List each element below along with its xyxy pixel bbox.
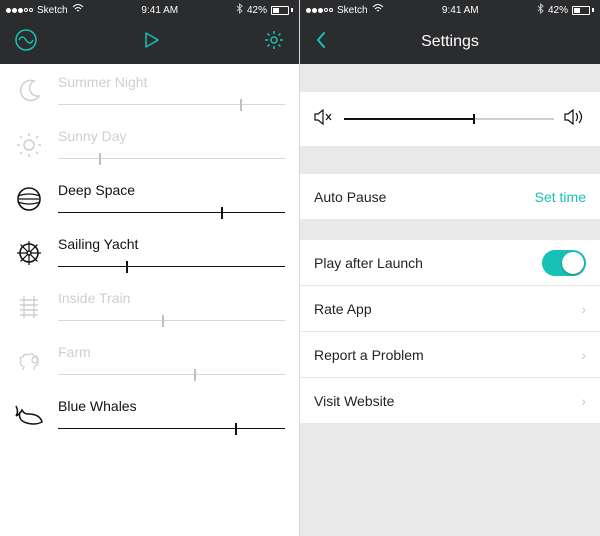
battery-percent: 42% xyxy=(247,5,267,16)
whale-icon xyxy=(14,400,44,430)
play-icon[interactable] xyxy=(140,29,162,56)
gear-icon[interactable] xyxy=(263,29,285,56)
clock: 9:41 AM xyxy=(442,5,479,16)
volume-slider[interactable] xyxy=(344,118,554,120)
signal-dots-icon xyxy=(306,8,333,13)
sounds-header xyxy=(0,20,299,64)
status-bar: Sketch 9:41 AM 42% xyxy=(0,0,299,20)
auto-pause-label: Auto Pause xyxy=(314,189,386,205)
sound-slider[interactable] xyxy=(58,314,285,328)
sheep-icon xyxy=(14,346,44,376)
sound-label: Farm xyxy=(58,344,285,360)
row-auto-pause[interactable]: Auto Pause Set time xyxy=(300,174,600,220)
sound-row-deep-space[interactable]: Deep Space xyxy=(0,172,299,226)
rail-icon xyxy=(14,292,44,322)
battery-icon xyxy=(572,6,594,15)
sound-slider[interactable] xyxy=(58,152,285,166)
sound-row-blue-whales[interactable]: Blue Whales xyxy=(0,388,299,442)
settings-screen: Sketch 9:41 AM 42% Settings xyxy=(300,0,600,536)
sound-label: Deep Space xyxy=(58,182,285,198)
carrier-label: Sketch xyxy=(37,5,68,16)
chevron-right-icon: › xyxy=(581,347,586,363)
play-after-launch-toggle[interactable] xyxy=(542,250,586,276)
volume-row xyxy=(300,92,600,146)
wifi-icon xyxy=(72,4,84,16)
wheel-icon xyxy=(14,238,44,268)
volume-loud-icon[interactable] xyxy=(564,109,586,130)
sound-slider[interactable] xyxy=(58,260,285,274)
chevron-right-icon: › xyxy=(581,301,586,317)
carrier-label: Sketch xyxy=(337,5,368,16)
sound-row-sunny-day[interactable]: Sunny Day xyxy=(0,118,299,172)
signal-dots-icon xyxy=(6,8,33,13)
rate-app-label: Rate App xyxy=(314,301,372,317)
clock: 9:41 AM xyxy=(141,5,178,16)
sound-label: Blue Whales xyxy=(58,398,285,414)
sound-label: Inside Train xyxy=(58,290,285,306)
sound-slider[interactable] xyxy=(58,206,285,220)
play-after-launch-label: Play after Launch xyxy=(314,255,423,271)
sound-label: Summer Night xyxy=(58,74,285,90)
sound-label: Sunny Day xyxy=(58,128,285,144)
bluetooth-icon xyxy=(537,3,544,17)
sound-row-sailing-yacht[interactable]: Sailing Yacht xyxy=(0,226,299,280)
row-play-after-launch[interactable]: Play after Launch xyxy=(300,240,600,286)
waveform-icon[interactable] xyxy=(14,28,38,57)
sounds-screen: Sketch 9:41 AM 42% xyxy=(0,0,300,536)
row-visit-website[interactable]: Visit Website › xyxy=(300,378,600,424)
row-report-problem[interactable]: Report a Problem › xyxy=(300,332,600,378)
sound-row-inside-train[interactable]: Inside Train xyxy=(0,280,299,334)
moon-icon xyxy=(14,76,44,106)
battery-percent: 42% xyxy=(548,5,568,16)
planet-icon xyxy=(14,184,44,214)
wifi-icon xyxy=(372,4,384,16)
sound-row-farm[interactable]: Farm xyxy=(0,334,299,388)
visit-website-label: Visit Website xyxy=(314,393,394,409)
chevron-right-icon: › xyxy=(581,393,586,409)
report-problem-label: Report a Problem xyxy=(314,347,424,363)
sound-slider[interactable] xyxy=(58,98,285,112)
sound-label: Sailing Yacht xyxy=(58,236,285,252)
bluetooth-icon xyxy=(236,3,243,17)
volume-mute-icon[interactable] xyxy=(314,109,334,130)
sound-slider[interactable] xyxy=(58,422,285,436)
sound-slider[interactable] xyxy=(58,368,285,382)
settings-header: Settings xyxy=(300,20,600,64)
page-title: Settings xyxy=(334,33,566,51)
set-time-link[interactable]: Set time xyxy=(535,189,586,205)
back-icon[interactable] xyxy=(314,30,334,55)
sound-row-summer-night[interactable]: Summer Night xyxy=(0,64,299,118)
status-bar: Sketch 9:41 AM 42% xyxy=(300,0,600,20)
sun-icon xyxy=(14,130,44,160)
row-rate-app[interactable]: Rate App › xyxy=(300,286,600,332)
settings-content: Auto Pause Set time Play after Launch Ra… xyxy=(300,64,600,536)
battery-icon xyxy=(271,6,293,15)
sounds-list[interactable]: Summer Night Sunny Day Deep Space Sailing Y… xyxy=(0,64,299,536)
